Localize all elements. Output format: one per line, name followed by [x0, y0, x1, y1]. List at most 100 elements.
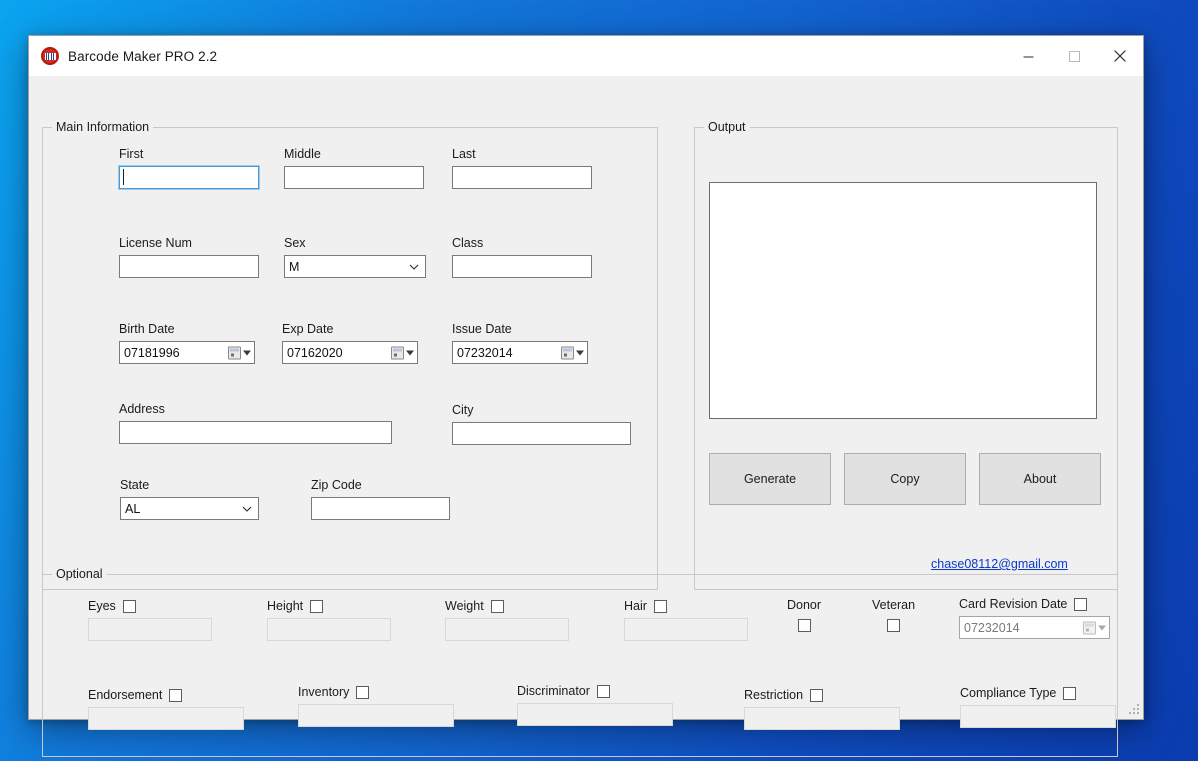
- sex-combobox[interactable]: M: [284, 255, 426, 278]
- restriction-label: Restriction: [744, 688, 803, 702]
- restriction-input[interactable]: [744, 707, 900, 730]
- email-link[interactable]: chase08112@gmail.com: [931, 557, 1068, 571]
- optional-field-restriction: Restriction: [744, 688, 900, 730]
- compliance-type-label: Compliance Type: [960, 686, 1056, 700]
- calendar-icon[interactable]: [391, 346, 404, 359]
- calendar-icon[interactable]: [1083, 621, 1096, 634]
- eyes-input[interactable]: [88, 618, 212, 641]
- card-revision-date-header: Card Revision Date: [959, 597, 1110, 611]
- last-input[interactable]: [452, 166, 592, 189]
- optional-group: Optional Eyes Height Weight: [42, 574, 1118, 757]
- address-input[interactable]: [119, 421, 392, 444]
- exp-date-label: Exp Date: [282, 322, 418, 336]
- card-revision-date-picker[interactable]: 07232014: [959, 616, 1110, 639]
- dropdown-arrow-icon[interactable]: [406, 350, 414, 355]
- about-button-label: About: [1024, 472, 1057, 486]
- dropdown-arrow-icon[interactable]: [1098, 625, 1106, 630]
- chevron-down-icon: [242, 504, 252, 514]
- issue-date-picker[interactable]: 07232014: [452, 341, 588, 364]
- zip-code-input[interactable]: [311, 497, 450, 520]
- hair-input[interactable]: [624, 618, 748, 641]
- weight-label: Weight: [445, 599, 484, 613]
- field-zip-code: Zip Code: [311, 478, 450, 520]
- optional-field-card-revision-date: Card Revision Date 07232014: [959, 597, 1110, 639]
- copy-button-label: Copy: [890, 472, 919, 486]
- card-revision-date-label: Card Revision Date: [959, 597, 1067, 611]
- inventory-checkbox[interactable]: [356, 686, 369, 699]
- first-label: First: [119, 147, 259, 161]
- endorsement-checkbox[interactable]: [169, 689, 182, 702]
- exp-date-picker[interactable]: 07162020: [282, 341, 418, 364]
- field-birth-date: Birth Date 07181996: [119, 322, 255, 364]
- discriminator-header: Discriminator: [517, 684, 673, 698]
- license-num-input[interactable]: [119, 255, 259, 278]
- optional-field-veteran: Veteran: [872, 598, 915, 635]
- optional-field-hair: Hair: [624, 599, 748, 641]
- hair-checkbox[interactable]: [654, 600, 667, 613]
- eyes-label: Eyes: [88, 599, 116, 613]
- field-last: Last: [452, 147, 592, 189]
- window-title: Barcode Maker PRO 2.2: [68, 49, 217, 64]
- inventory-input[interactable]: [298, 704, 454, 727]
- restriction-checkbox[interactable]: [810, 689, 823, 702]
- output-legend: Output: [704, 120, 750, 134]
- birth-date-picker[interactable]: 07181996: [119, 341, 255, 364]
- zip-code-label: Zip Code: [311, 478, 450, 492]
- copy-button[interactable]: Copy: [844, 453, 966, 505]
- weight-header: Weight: [445, 599, 569, 613]
- weight-input[interactable]: [445, 618, 569, 641]
- city-input[interactable]: [452, 422, 631, 445]
- first-input[interactable]: [119, 166, 259, 189]
- restriction-header: Restriction: [744, 688, 900, 702]
- exp-date-picker-controls: [391, 346, 414, 359]
- birth-date-value: 07181996: [124, 346, 180, 360]
- state-combobox[interactable]: AL: [120, 497, 259, 520]
- veteran-checkbox[interactable]: [887, 619, 900, 632]
- city-label: City: [452, 403, 631, 417]
- calendar-icon[interactable]: [561, 346, 574, 359]
- card-revision-date-value: 07232014: [964, 621, 1020, 635]
- close-icon[interactable]: [1097, 36, 1143, 76]
- output-group: Output Generate Copy About: [694, 127, 1118, 590]
- about-button[interactable]: About: [979, 453, 1101, 505]
- optional-field-endorsement: Endorsement: [88, 688, 244, 730]
- generate-button[interactable]: Generate: [709, 453, 831, 505]
- optional-legend: Optional: [52, 567, 107, 581]
- eyes-checkbox[interactable]: [123, 600, 136, 613]
- field-middle: Middle: [284, 147, 424, 189]
- optional-field-height: Height: [267, 599, 391, 641]
- compliance-type-input[interactable]: [960, 705, 1116, 728]
- barcode-preview[interactable]: [709, 182, 1097, 419]
- discriminator-input[interactable]: [517, 703, 673, 726]
- window-controls: [1005, 36, 1143, 76]
- issue-date-value: 07232014: [457, 346, 513, 360]
- resize-grip[interactable]: [1128, 704, 1140, 716]
- dropdown-arrow-icon[interactable]: [576, 350, 584, 355]
- class-input[interactable]: [452, 255, 592, 278]
- title-bar: Barcode Maker PRO 2.2: [29, 36, 1143, 76]
- card-revision-date-checkbox[interactable]: [1074, 598, 1087, 611]
- compliance-type-checkbox[interactable]: [1063, 687, 1076, 700]
- optional-field-donor: Donor: [787, 598, 821, 635]
- endorsement-input[interactable]: [88, 707, 244, 730]
- optional-field-eyes: Eyes: [88, 599, 212, 641]
- field-address: Address: [119, 402, 392, 444]
- discriminator-checkbox[interactable]: [597, 685, 610, 698]
- field-issue-date: Issue Date 07232014: [452, 322, 588, 364]
- donor-checkbox[interactable]: [798, 619, 811, 632]
- state-value: AL: [125, 502, 140, 516]
- calendar-icon[interactable]: [228, 346, 241, 359]
- maximize-icon[interactable]: [1051, 36, 1097, 76]
- app-window: Barcode Maker PRO 2.2 Main Information F…: [28, 35, 1144, 720]
- middle-input[interactable]: [284, 166, 424, 189]
- last-label: Last: [452, 147, 592, 161]
- dropdown-arrow-icon[interactable]: [243, 350, 251, 355]
- sex-value: M: [289, 260, 299, 274]
- height-checkbox[interactable]: [310, 600, 323, 613]
- window-client-area: Main Information First Middle Last Licen…: [29, 76, 1143, 719]
- height-input[interactable]: [267, 618, 391, 641]
- minimize-icon[interactable]: [1005, 36, 1051, 76]
- donor-label: Donor: [787, 598, 821, 612]
- barcode-bars: [45, 53, 56, 60]
- weight-checkbox[interactable]: [491, 600, 504, 613]
